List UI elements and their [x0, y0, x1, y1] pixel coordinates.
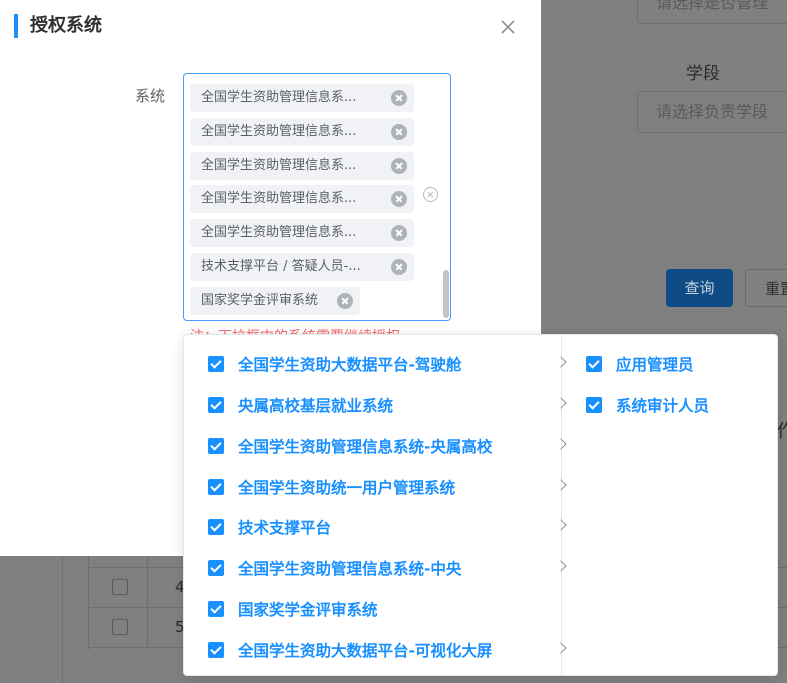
cascader-option[interactable]: 全国学生资助管理信息系统-央属高校 — [208, 431, 567, 461]
cascader-option[interactable]: 全国学生资助大数据平台-驾驶舱 — [208, 349, 567, 379]
selected-tag: 技术支撑平台 / 答疑人员-... — [190, 253, 414, 281]
selected-tag: 全国学生资助管理信息系... — [190, 118, 414, 146]
chevron-right-icon — [555, 397, 567, 409]
cascader-sub-option[interactable]: 系统审计人员 — [586, 390, 709, 420]
option-label: 系统审计人员 — [616, 397, 710, 415]
row-checkbox[interactable] — [112, 579, 128, 595]
stage-label: 学段 — [686, 64, 720, 84]
close-icon[interactable] — [498, 17, 518, 37]
scrollbar-thumb[interactable] — [443, 270, 449, 318]
option-label: 全国学生资助大数据平台-驾驶舱 — [238, 356, 462, 374]
chevron-right-icon — [555, 519, 567, 531]
chevron-right-icon — [555, 479, 567, 491]
table-header-operation: 作 — [777, 421, 787, 442]
checked-checkbox-icon[interactable] — [208, 642, 224, 658]
cascader-option[interactable]: 全国学生资助统一用户管理系统 — [208, 472, 567, 502]
tag-remove-icon[interactable] — [391, 90, 407, 106]
chevron-right-icon — [555, 356, 567, 368]
approval-select[interactable]: 请选择是否管理 — [637, 0, 787, 24]
stage-select[interactable]: 请选择负责学段 — [637, 91, 787, 133]
option-label: 全国学生资助管理信息系统-央属高校 — [238, 438, 493, 456]
tag-label: 全国学生资助管理信息系... — [201, 158, 357, 173]
reset-button[interactable]: 重置 — [745, 269, 787, 307]
chevron-right-icon — [555, 438, 567, 450]
tag-remove-icon[interactable] — [391, 225, 407, 241]
tag-label: 全国学生资助管理信息系... — [201, 90, 357, 105]
checked-checkbox-icon[interactable] — [208, 397, 224, 413]
tag-remove-icon[interactable] — [391, 191, 407, 207]
cascader-sub-option[interactable]: 应用管理员 — [586, 349, 694, 379]
clear-icon[interactable] — [423, 187, 438, 202]
checked-checkbox-icon[interactable] — [208, 560, 224, 576]
cascader-option[interactable]: 央属高校基层就业系统 — [208, 390, 567, 420]
tag-label: 国家奖学金评审系统 — [201, 293, 319, 308]
cascader-option[interactable]: 国家奖学金评审系统 — [208, 594, 378, 624]
selected-tag: 国家奖学金评审系统 — [190, 287, 360, 315]
tag-label: 全国学生资助管理信息系... — [201, 191, 357, 206]
checked-checkbox-icon[interactable] — [208, 519, 224, 535]
menu-divider — [561, 335, 562, 675]
checked-checkbox-icon[interactable] — [208, 356, 224, 372]
dialog-title: 授权系统 — [14, 14, 102, 38]
tag-remove-icon[interactable] — [391, 158, 407, 174]
row-checkbox[interactable] — [112, 619, 128, 635]
option-label: 全国学生资助管理信息系统-中央 — [238, 560, 462, 578]
tag-remove-icon[interactable] — [337, 293, 353, 309]
cascader-dropdown: 全国学生资助大数据平台-驾驶舱 央属高校基层就业系统 全国学生资助管理信息系统-… — [183, 334, 778, 676]
checked-checkbox-icon[interactable] — [586, 397, 602, 413]
option-label: 国家奖学金评审系统 — [238, 601, 378, 619]
checked-checkbox-icon[interactable] — [586, 356, 602, 372]
option-label: 应用管理员 — [616, 356, 694, 374]
cascader-option[interactable]: 技术支撑平台 — [208, 512, 567, 542]
chevron-right-icon — [555, 642, 567, 654]
option-label: 全国学生资助大数据平台-可视化大屏 — [238, 642, 493, 660]
chevron-right-icon — [555, 560, 567, 572]
selected-tag: 全国学生资助管理信息系... — [190, 219, 414, 247]
query-button[interactable]: 查询 — [666, 269, 733, 307]
tag-label: 技术支撑平台 / 答疑人员-... — [201, 259, 361, 274]
tag-remove-icon[interactable] — [391, 124, 407, 140]
option-label: 央属高校基层就业系统 — [238, 397, 394, 415]
system-field-label: 系统 — [135, 87, 166, 105]
tag-remove-icon[interactable] — [391, 259, 407, 275]
tag-label: 全国学生资助管理信息系... — [201, 225, 357, 240]
cascader-option[interactable]: 全国学生资助管理信息系统-中央 — [208, 553, 567, 583]
system-multi-select[interactable]: 全国学生资助管理信息系... 全国学生资助管理信息系... 全国学生资助管理信息… — [183, 73, 451, 321]
checked-checkbox-icon[interactable] — [208, 601, 224, 617]
option-label: 技术支撑平台 — [238, 519, 332, 537]
option-label: 全国学生资助统一用户管理系统 — [238, 479, 456, 497]
cascader-option[interactable]: 全国学生资助大数据平台-可视化大屏 — [208, 635, 567, 665]
checked-checkbox-icon[interactable] — [208, 479, 224, 495]
selected-tag: 全国学生资助管理信息系... — [190, 152, 414, 180]
selected-tag: 全国学生资助管理信息系... — [190, 185, 414, 213]
tag-label: 全国学生资助管理信息系... — [201, 124, 357, 139]
selected-tag: 全国学生资助管理信息系... — [190, 84, 414, 112]
checked-checkbox-icon[interactable] — [208, 438, 224, 454]
